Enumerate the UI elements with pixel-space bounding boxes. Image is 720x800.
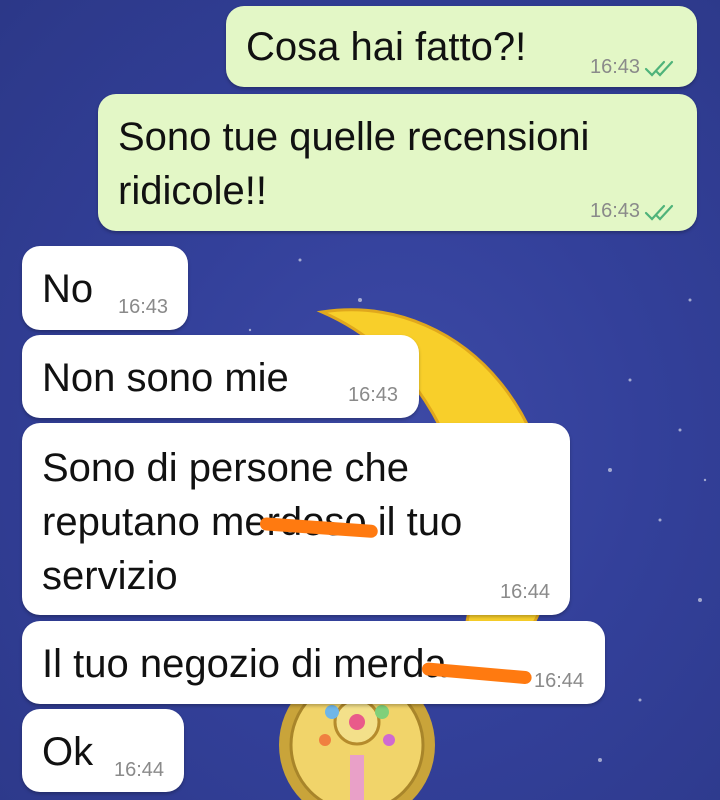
message-time: 16:43 (348, 384, 399, 406)
message-text: Cosa hai fatto?! (246, 25, 527, 69)
message-meta: 16:44 (114, 759, 164, 782)
incoming-message[interactable]: Ok 16:44 (22, 709, 184, 792)
message-text: No (42, 267, 94, 311)
message-time: 16:44 (500, 581, 551, 603)
message-time: 16:43 (590, 56, 641, 78)
message-time: 16:44 (534, 670, 585, 692)
double-check-icon (644, 60, 674, 77)
incoming-message[interactable]: Il tuo negozio di merda 16:44 (22, 621, 605, 704)
message-meta: 16:44 (534, 670, 584, 693)
message-time: 16:43 (590, 200, 641, 222)
incoming-message[interactable]: Non sono mie 16:43 (22, 335, 419, 418)
incoming-message[interactable]: No 16:43 (22, 246, 188, 330)
message-time: 16:43 (118, 296, 169, 318)
message-text: Sono di persone che reputano merdoso il … (42, 446, 463, 598)
outgoing-message[interactable]: Sono tue quelle recensioni ridicole!! 16… (98, 94, 697, 231)
message-meta: 16:43 (348, 384, 398, 407)
message-text: Non sono mie (42, 356, 289, 400)
message-time: 16:44 (114, 759, 165, 781)
message-text: Il tuo negozio di merda (42, 642, 447, 686)
message-meta: 16:43 (590, 200, 678, 223)
incoming-message[interactable]: Sono di persone che reputano merdoso il … (22, 423, 570, 615)
outgoing-message[interactable]: Cosa hai fatto?! 16:43 (226, 6, 697, 87)
message-text: Ok (42, 730, 94, 774)
message-text: Sono tue quelle recensioni ridicole!! (118, 115, 590, 213)
message-meta: 16:44 (500, 581, 550, 604)
message-meta: 16:43 (590, 56, 678, 79)
message-meta: 16:43 (118, 296, 168, 319)
double-check-icon (644, 204, 674, 221)
